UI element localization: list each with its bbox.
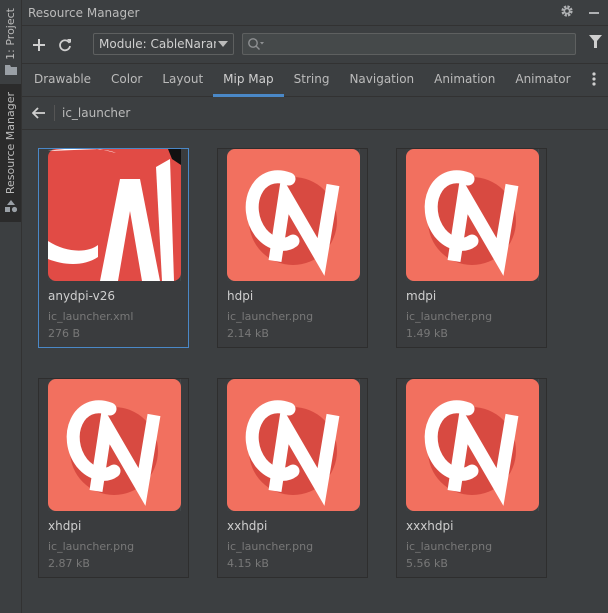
search-box[interactable]	[242, 33, 576, 55]
adaptive-launcher-icon	[48, 149, 181, 281]
chevron-down-icon	[218, 41, 228, 47]
cn-launcher-icon	[227, 379, 360, 511]
resource-grid: anydpi-v26 ic_launcher.xml 276 B hdpi ic…	[22, 130, 608, 613]
resource-density: hdpi	[227, 289, 254, 303]
resource-card-xxhdpi[interactable]: xxhdpi ic_launcher.png 4.15 kB	[217, 378, 368, 578]
resource-filename: ic_launcher.png	[227, 310, 314, 323]
title-bar: Resource Manager	[22, 0, 608, 26]
resource-thumbnail	[227, 379, 360, 511]
window-title: Resource Manager	[28, 5, 140, 20]
breadcrumb-resource-name: ic_launcher	[62, 106, 131, 120]
refresh-icon[interactable]	[54, 34, 76, 56]
tab-navigation[interactable]: Navigation	[339, 64, 424, 97]
breadcrumb: ic_launcher	[22, 97, 608, 130]
cn-launcher-icon	[406, 149, 539, 281]
cn-launcher-icon	[227, 149, 360, 281]
search-icon	[248, 38, 264, 50]
tab-mip-map[interactable]: Mip Map	[213, 64, 284, 97]
resource-thumbnail	[227, 149, 360, 281]
resource-card-anydpi-v26[interactable]: anydpi-v26 ic_launcher.xml 276 B	[38, 148, 189, 348]
resource-manager-panel: Resource Manager Module: CableNaranja	[22, 0, 608, 613]
resource-type-tabs: Drawable Color Layout Mip Map String Nav…	[22, 64, 608, 97]
resource-thumbnail	[406, 379, 539, 511]
resource-size: 4.15 kB	[227, 557, 269, 570]
resource-card-mdpi[interactable]: mdpi ic_launcher.png 1.49 kB	[396, 148, 547, 348]
resource-size: 2.14 kB	[227, 327, 269, 340]
gear-icon[interactable]	[560, 4, 574, 18]
resource-density: anydpi-v26	[48, 289, 116, 303]
shapes-icon	[4, 200, 17, 213]
tab-color[interactable]: Color	[101, 64, 152, 97]
resource-filename: ic_launcher.png	[406, 310, 493, 323]
tool-window-strip: 1: Project Resource Manager	[0, 0, 22, 613]
module-select-value: Module: CableNaranja	[99, 37, 216, 51]
search-input[interactable]	[267, 36, 571, 54]
resource-thumbnail	[406, 149, 539, 281]
resource-size: 1.49 kB	[406, 327, 448, 340]
tab-animation[interactable]: Animation	[424, 64, 505, 97]
cn-launcher-icon	[406, 379, 539, 511]
breadcrumb-divider	[54, 105, 55, 121]
resource-card-hdpi[interactable]: hdpi ic_launcher.png 2.14 kB	[217, 148, 368, 348]
minimize-icon[interactable]	[588, 4, 600, 18]
resource-density: xxxhdpi	[406, 519, 454, 533]
project-tab-label: 1: Project	[4, 8, 17, 60]
resource-size: 276 B	[48, 327, 81, 340]
back-arrow-icon[interactable]	[32, 107, 46, 119]
resource-thumbnail	[48, 379, 181, 511]
resource-manager-tool-tab[interactable]: Resource Manager	[0, 84, 21, 222]
resource-filename: ic_launcher.png	[227, 540, 314, 553]
tab-drawable[interactable]: Drawable	[24, 64, 101, 97]
resource-size: 5.56 kB	[406, 557, 448, 570]
project-tool-tab[interactable]: 1: Project	[0, 8, 21, 75]
resource-size: 2.87 kB	[48, 557, 90, 570]
tab-string[interactable]: String	[284, 64, 340, 97]
resource-density: xhdpi	[48, 519, 82, 533]
resource-filename: ic_launcher.png	[406, 540, 493, 553]
resource-density: xxhdpi	[227, 519, 268, 533]
resource-manager-tab-label: Resource Manager	[4, 92, 17, 195]
filter-icon[interactable]	[589, 35, 602, 49]
resource-thumbnail	[48, 149, 181, 281]
add-icon[interactable]	[28, 34, 50, 56]
tab-animator[interactable]: Animator	[505, 64, 580, 97]
cn-launcher-icon	[48, 379, 181, 511]
resource-density: mdpi	[406, 289, 437, 303]
more-options-icon[interactable]	[592, 72, 596, 86]
module-select[interactable]: Module: CableNaranja	[93, 33, 234, 55]
folder-icon	[4, 64, 17, 75]
tab-layout[interactable]: Layout	[152, 64, 213, 97]
resource-filename: ic_launcher.png	[48, 540, 135, 553]
resource-card-xhdpi[interactable]: xhdpi ic_launcher.png 2.87 kB	[38, 378, 189, 578]
resource-card-xxxhdpi[interactable]: xxxhdpi ic_launcher.png 5.56 kB	[396, 378, 547, 578]
toolbar: Module: CableNaranja	[22, 26, 608, 64]
resource-filename: ic_launcher.xml	[48, 310, 134, 323]
